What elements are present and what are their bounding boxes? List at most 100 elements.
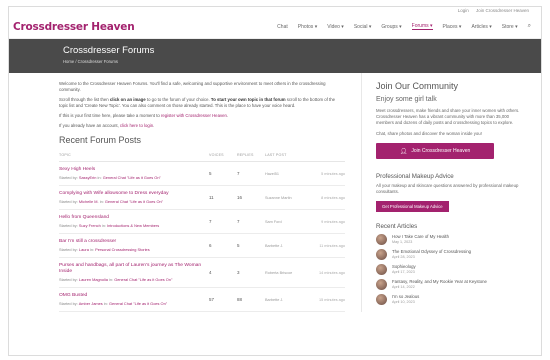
- last-poster[interactable]: Suzanne Martin: [265, 185, 309, 210]
- last-poster[interactable]: Barbette J.: [265, 287, 309, 312]
- last-post-time[interactable]: 15 minutes ago: [309, 287, 345, 312]
- nav-item-forums[interactable]: Forums ▾: [411, 23, 433, 30]
- search-icon[interactable]: ⌕: [528, 23, 531, 30]
- nav-label: Store: [501, 23, 514, 30]
- makeup-heading: Professional Makeup Advice: [376, 173, 454, 180]
- article-item[interactable]: Fantasy, Reality, and My Rookie Year at …: [376, 278, 533, 290]
- last-poster[interactable]: Barbette J.: [265, 233, 309, 258]
- author-link[interactable]: SassyErin: [79, 175, 97, 180]
- article-item[interactable]: How I Take Care of My Health May 1, 2023: [376, 233, 533, 245]
- intro-emphasis: click on an image: [109, 97, 146, 102]
- article-thumbnail: [376, 263, 387, 275]
- topic-link[interactable]: Complying with Wife allowsome to Dress e…: [59, 191, 209, 197]
- table-row: Bar I'm still a crossdresser Started by:…: [59, 233, 345, 258]
- table-row: Complying with Wife allowsome to Dress e…: [59, 185, 345, 210]
- last-post-time[interactable]: 8 minutes ago: [309, 185, 345, 210]
- topic-meta: Started by: Michelle M. in: General Chat…: [59, 199, 209, 204]
- recent-articles-heading: Recent Articles: [376, 222, 418, 230]
- site-logo[interactable]: Crossdresser Heaven: [13, 21, 135, 33]
- article-item[interactable]: The Emotional Odyssey of Crossdressing Ap…: [376, 248, 533, 260]
- article-title: Fantasy, Reality, and My Rookie Year at …: [392, 279, 487, 285]
- main-nav: Chat Photos ▾ Video ▾ Social ▾ Groups ▾ …: [267, 23, 531, 30]
- intro-text-part: .: [153, 123, 155, 128]
- last-post-time[interactable]: 11 minutes ago: [309, 233, 345, 258]
- author-link[interactable]: Amber James: [79, 301, 103, 306]
- replies-count: 7: [237, 161, 265, 186]
- login-here-link[interactable]: click here to login: [120, 123, 153, 128]
- topic-cell: Complying with Wife allowsome to Dress e…: [59, 185, 209, 210]
- forum-link[interactable]: General Chat "Life as it Goes On": [105, 199, 163, 204]
- register-link[interactable]: register with Crossdresser Heaven: [161, 113, 227, 118]
- nav-item-chat[interactable]: Chat: [277, 24, 288, 30]
- intro-emphasis: To start your own topic in that forum: [210, 97, 286, 102]
- meta-label: in:: [103, 301, 108, 306]
- article-item[interactable]: Sophieology April 17, 2023: [376, 263, 533, 275]
- replies-count: 5: [237, 233, 265, 258]
- recent-articles: Recent Articles How I Take Care of My He…: [376, 223, 533, 305]
- topic-link[interactable]: Bar I'm still a crossdresser: [59, 239, 209, 245]
- forum-link[interactable]: General Chat "Life as it Goes On": [114, 277, 172, 282]
- author-link[interactable]: Lauren Magnolia: [79, 277, 108, 282]
- article-date: April 14, 2022: [392, 285, 415, 290]
- author-link[interactable]: Michelle M.: [79, 199, 99, 204]
- top-utility-bar: Login Join Crossdresser Heaven: [9, 7, 541, 15]
- nav-item-store[interactable]: Store ▾: [502, 24, 518, 30]
- topic-link[interactable]: Purses and handbags, all part of Lauren'…: [59, 263, 209, 275]
- page-frame: Login Join Crossdresser Heaven Crossdres…: [8, 6, 542, 356]
- last-post-time[interactable]: 14 minutes ago: [309, 257, 345, 288]
- nav-item-social[interactable]: Social ▾: [354, 24, 372, 30]
- meta-label: Started by:: [59, 301, 78, 306]
- voices-count: 6: [209, 233, 237, 258]
- intro-paragraph: Scroll through the list then click on an…: [59, 97, 345, 109]
- nav-item-articles[interactable]: Articles ▾: [471, 24, 491, 30]
- content-area: Welcome to the Crossdresser Heaven Forum…: [9, 73, 541, 312]
- breadcrumb[interactable]: Home / Crossdresser Forums: [63, 59, 541, 64]
- last-poster[interactable]: Roberta Briscoe: [265, 257, 309, 288]
- voices-count: 57: [209, 287, 237, 312]
- last-poster[interactable]: Hazel51: [265, 161, 309, 186]
- join-tagline: Chat, share photos and discover the woma…: [376, 131, 482, 136]
- author-link[interactable]: Suzy French: [79, 223, 101, 228]
- makeup-advice-box: Professional Makeup Advice All your make…: [376, 173, 533, 213]
- intro-text: Welcome to the Crossdresser Heaven Forum…: [59, 81, 345, 129]
- forum-link[interactable]: Personal Crossdressing Stories: [95, 247, 150, 252]
- topic-link[interactable]: OMG Busted: [59, 293, 209, 299]
- topic-link[interactable]: Hello from Queensland: [59, 215, 209, 221]
- article-item[interactable]: I'm so Jealous April 10, 2023: [376, 293, 533, 305]
- forum-link[interactable]: General Chat "Life as it Goes On": [103, 175, 161, 180]
- article-thumbnail: [376, 233, 387, 245]
- user-add-icon: 👤︎: [399, 148, 408, 155]
- col-voices: VOICES: [209, 153, 237, 162]
- last-post-time[interactable]: 5 minutes ago: [309, 161, 345, 186]
- nav-item-groups[interactable]: Groups ▾: [381, 24, 401, 30]
- nav-item-places[interactable]: Places ▾: [443, 24, 462, 30]
- forum-link[interactable]: Introductions & New Members: [107, 223, 159, 228]
- forum-posts-table: TOPIC VOICES REPLIES LAST POST Sexy High…: [59, 153, 345, 312]
- join-link[interactable]: Join Crossdresser Heaven: [476, 8, 529, 13]
- replies-count: 3: [237, 257, 265, 288]
- article-title: I'm so Jealous: [392, 294, 420, 300]
- topic-link[interactable]: Sexy High Heels: [59, 167, 209, 173]
- col-topic: TOPIC: [59, 153, 209, 162]
- article-text: Sophieology April 17, 2023: [392, 264, 416, 274]
- recent-posts-heading: Recent Forum Posts: [59, 135, 142, 145]
- table-header-row: TOPIC VOICES REPLIES LAST POST: [59, 153, 345, 162]
- join-community-box: Join Our Community Enjoy some girl talk …: [376, 81, 533, 159]
- nav-label: Groups: [381, 23, 398, 30]
- last-post-time[interactable]: 9 minutes ago: [309, 209, 345, 234]
- intro-text-part: to go to the forum of your choice.: [145, 97, 211, 102]
- article-title: Sophieology: [392, 264, 416, 270]
- intro-paragraph: Welcome to the Crossdresser Heaven Forum…: [59, 81, 326, 92]
- author-link[interactable]: Laura: [79, 247, 89, 252]
- nav-item-photos[interactable]: Photos ▾: [298, 24, 317, 30]
- intro-text-part: Scroll through the list then: [59, 97, 110, 102]
- article-date: April 28, 2023: [392, 255, 415, 260]
- forum-link[interactable]: General Chat "Life as it Goes On": [109, 301, 167, 306]
- nav-item-video[interactable]: Video ▾: [327, 24, 344, 30]
- makeup-advice-button[interactable]: Get Professional Makeup Advice: [376, 200, 449, 212]
- col-replies: REPLIES: [237, 153, 265, 162]
- replies-count: 7: [237, 209, 265, 234]
- last-poster[interactable]: Sam Ford: [265, 209, 309, 234]
- login-link[interactable]: Login: [458, 8, 469, 13]
- join-button[interactable]: 👤︎ Join Crossdresser Heaven: [376, 143, 494, 159]
